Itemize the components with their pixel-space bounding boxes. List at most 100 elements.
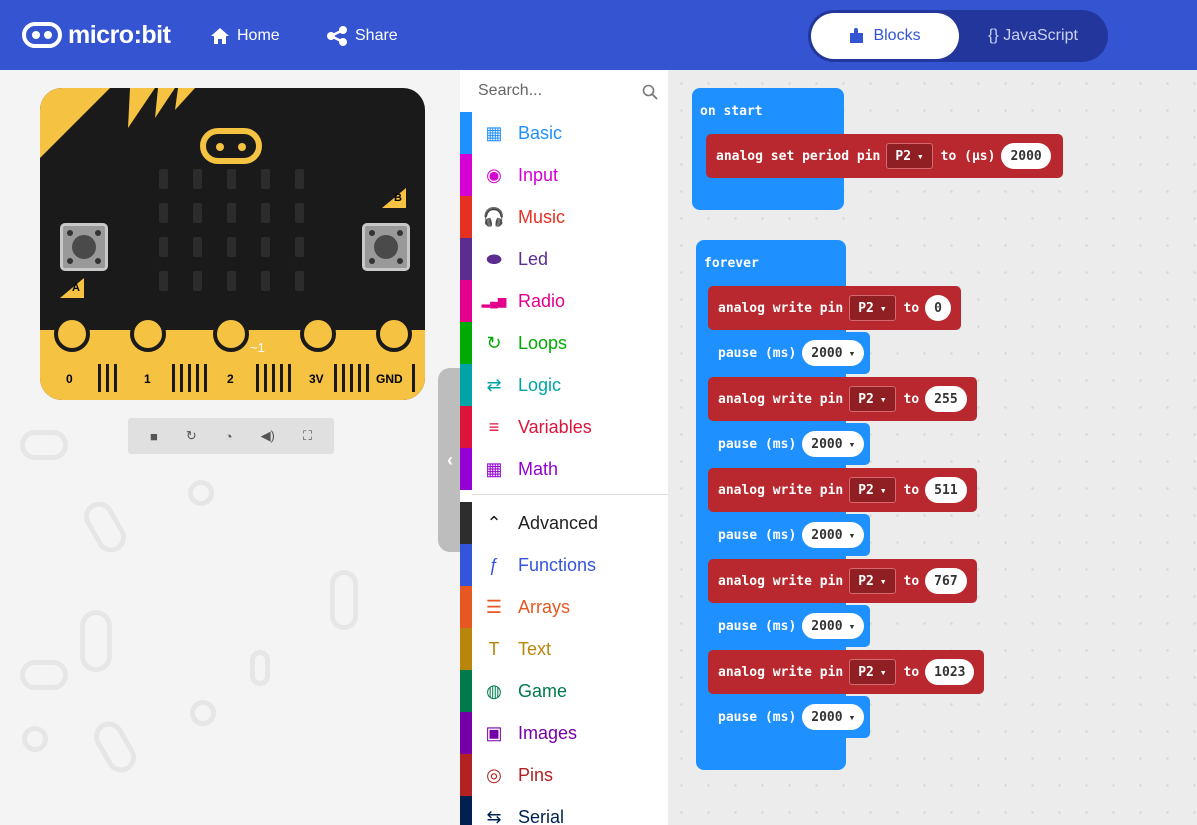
- logo-text: micro:bit: [68, 20, 171, 49]
- pause-block[interactable]: pause (ms) 2000: [708, 332, 871, 374]
- analog-write-block[interactable]: analog write pin P2 to 767: [708, 559, 977, 603]
- category-variables[interactable]: ≡ Variables: [460, 406, 668, 448]
- value-input[interactable]: 511: [925, 477, 967, 503]
- pin-3v[interactable]: [300, 316, 336, 352]
- analog-write-block[interactable]: analog write pin P2 to 0: [708, 286, 961, 330]
- category-serial[interactable]: ⇆ Serial: [460, 796, 668, 825]
- pause-block[interactable]: pause (ms) 2000: [708, 514, 871, 556]
- pause-value-input[interactable]: 2000: [802, 522, 865, 548]
- category-logic[interactable]: ⇄ Logic: [460, 364, 668, 406]
- home-label: Home: [237, 27, 280, 44]
- home-button[interactable]: Home: [210, 24, 280, 48]
- category-color-bar: [460, 628, 472, 670]
- category-color-bar: [460, 112, 472, 154]
- mute-icon[interactable]: ◀): [261, 428, 275, 444]
- function-icon: ƒ: [488, 554, 499, 575]
- restart-icon[interactable]: ↻: [186, 428, 197, 444]
- pin-dropdown[interactable]: P2: [849, 659, 896, 685]
- value-input[interactable]: 0: [925, 295, 951, 321]
- block-text: analog write pin: [718, 391, 844, 407]
- category-advanced[interactable]: ⌃ Advanced: [460, 502, 668, 544]
- category-color-bar: [460, 322, 472, 364]
- pause-block[interactable]: pause (ms) 2000: [708, 423, 871, 465]
- category-color-bar: [460, 280, 472, 322]
- category-led[interactable]: ⬬ Led: [460, 238, 668, 280]
- category-color-bar: [460, 754, 472, 796]
- led: [159, 237, 168, 257]
- led: [261, 237, 270, 257]
- led: [159, 203, 168, 223]
- led: [227, 237, 236, 257]
- analog-write-block[interactable]: analog write pin P2 to 511: [708, 468, 977, 512]
- led: [295, 237, 304, 257]
- pause-value-input[interactable]: 2000: [802, 613, 865, 639]
- pin-dropdown[interactable]: P2: [849, 295, 896, 321]
- category-color-bar: [460, 154, 472, 196]
- value-input[interactable]: 1023: [925, 659, 975, 685]
- bg-decoration: [22, 726, 48, 752]
- blocks-tab[interactable]: Blocks: [811, 13, 959, 59]
- value-input[interactable]: 2000: [1001, 143, 1051, 169]
- pin-marker: ~1: [250, 340, 265, 355]
- pin-dropdown[interactable]: P2: [849, 386, 896, 412]
- block-text: to: [903, 300, 920, 316]
- edge-stripe: [342, 364, 345, 392]
- category-arrays[interactable]: ☰ Arrays: [460, 586, 668, 628]
- category-functions[interactable]: ƒ Functions: [460, 544, 668, 586]
- usb-icon: ⇆: [486, 806, 502, 825]
- value-input[interactable]: 255: [925, 386, 967, 412]
- edge-stripe: [204, 364, 207, 392]
- pin-dropdown[interactable]: P2: [886, 143, 933, 169]
- category-input[interactable]: ◉ Input: [460, 154, 668, 196]
- pin-dropdown[interactable]: P2: [849, 568, 896, 594]
- category-pins[interactable]: ◎ Pins: [460, 754, 668, 796]
- forever-label: forever: [704, 256, 759, 271]
- pause-value-input[interactable]: 2000: [802, 431, 865, 457]
- fullscreen-icon[interactable]: ⛶: [303, 428, 312, 444]
- block-text: to: [903, 391, 920, 407]
- microbit-logo[interactable]: micro:bit: [22, 18, 171, 52]
- category-math[interactable]: ▦ Math: [460, 448, 668, 490]
- analog-set-period-block[interactable]: analog set period pin P2 to (µs) 2000: [706, 134, 1063, 178]
- led: [295, 203, 304, 223]
- pin-dropdown[interactable]: P2: [849, 477, 896, 503]
- toolbox-search[interactable]: Search...: [478, 82, 658, 106]
- led: [261, 203, 270, 223]
- block-text: pause (ms): [718, 618, 797, 634]
- share-button[interactable]: Share: [326, 24, 398, 48]
- search-input[interactable]: Search...: [478, 82, 542, 99]
- category-loops[interactable]: ↻ Loops: [460, 322, 668, 364]
- category-game[interactable]: ◍ Game: [460, 670, 668, 712]
- stop-icon[interactable]: ■: [150, 429, 158, 444]
- lines-icon: ≡: [488, 416, 500, 437]
- led: [227, 271, 236, 291]
- pause-block[interactable]: pause (ms) 2000: [708, 696, 871, 738]
- led: [193, 169, 202, 189]
- block-text: to: [903, 482, 920, 498]
- pin-1[interactable]: [130, 316, 166, 352]
- collapse-simulator-button[interactable]: ‹: [438, 368, 462, 552]
- pause-value-input[interactable]: 2000: [802, 704, 865, 730]
- pin-0[interactable]: [54, 316, 90, 352]
- pin-gnd[interactable]: [376, 316, 412, 352]
- analog-write-block[interactable]: analog write pin P2 to 1023: [708, 650, 985, 694]
- microbit-logo-icon: [22, 22, 62, 48]
- pin-2[interactable]: [213, 316, 249, 352]
- category-radio[interactable]: ▂▄▆ Radio: [460, 280, 668, 322]
- button-a[interactable]: [60, 223, 108, 271]
- category-images[interactable]: ▣ Images: [460, 712, 668, 754]
- slowmo-icon[interactable]: ◔: [225, 429, 233, 444]
- analog-write-block[interactable]: analog write pin P2 to 255: [708, 377, 977, 421]
- value-input[interactable]: 767: [925, 568, 967, 594]
- bg-decoration: [330, 570, 358, 630]
- category-basic[interactable]: ▦ Basic: [460, 112, 668, 154]
- category-text[interactable]: T Text: [460, 628, 668, 670]
- category-music[interactable]: 🎧 Music: [460, 196, 668, 238]
- pause-block[interactable]: pause (ms) 2000: [708, 605, 871, 647]
- home-icon: [211, 28, 229, 44]
- blocks-workspace[interactable]: on start analog set period pin P2 to (µs…: [668, 70, 1197, 825]
- pause-value-input[interactable]: 2000: [802, 340, 865, 366]
- button-b[interactable]: [362, 223, 410, 271]
- javascript-tab[interactable]: {} JavaScript: [968, 13, 1098, 59]
- corner-stripe: [40, 88, 195, 158]
